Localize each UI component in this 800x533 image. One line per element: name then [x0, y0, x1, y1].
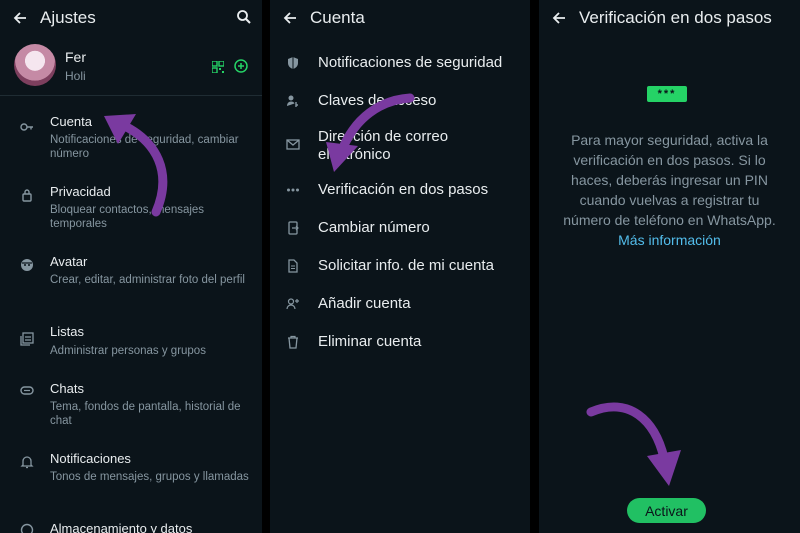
trash-icon: [286, 335, 300, 349]
storage-icon: [20, 523, 34, 533]
settings-item-title: Almacenamiento y datos: [50, 521, 193, 533]
settings-item-subtitle: Crear, editar, administrar foto del perf…: [50, 274, 245, 286]
qr-code-icon[interactable]: [211, 60, 225, 74]
learn-more-link[interactable]: Más información: [618, 232, 721, 248]
page-title: Ajustes: [40, 8, 96, 27]
settings-item-subtitle: Bloquear contactos, mensajes temporales: [50, 204, 205, 230]
settings-item-title: Privacidad: [50, 184, 111, 199]
mail-icon: [286, 137, 300, 151]
account-header: Cuenta: [270, 0, 530, 36]
description-text: Para mayor seguridad, activa la verifica…: [563, 132, 776, 228]
profile-status: Holi: [65, 69, 86, 83]
shield-icon: [286, 56, 300, 70]
account-item-label: Eliminar cuenta: [318, 333, 422, 350]
account-item-change-number[interactable]: Cambiar número: [270, 213, 530, 243]
settings-item-title: Notificaciones: [50, 451, 131, 466]
page-title: Verificación en dos pasos: [579, 8, 772, 27]
account-item-email[interactable]: Dirección de correo electrónico: [270, 126, 530, 166]
settings-item-subtitle: Notificaciones de seguridad, cambiar núm…: [50, 134, 239, 160]
change-number-icon: [286, 221, 300, 235]
account-item-label: Verificación en dos pasos: [318, 181, 489, 198]
lists-icon: [20, 332, 34, 346]
chat-icon: [20, 384, 34, 398]
account-panel: Cuenta Notificaciones de seguridad Clave…: [270, 0, 530, 533]
back-arrow-icon[interactable]: [549, 8, 569, 28]
profile-row[interactable]: Fer Holi: [0, 40, 262, 96]
settings-item-subtitle: Administrar personas y grupos: [50, 345, 206, 357]
account-item-add-account[interactable]: Añadir cuenta: [270, 289, 530, 319]
two-step-description: Para mayor seguridad, activa la verifica…: [557, 130, 782, 250]
page-title: Cuenta: [310, 8, 365, 27]
settings-item-privacy[interactable]: Privacidad Bloquear contactos, mensajes …: [0, 178, 262, 234]
settings-item-title: Cuenta: [50, 114, 92, 129]
pin-graphic: ***: [647, 86, 687, 102]
document-icon: [286, 259, 300, 273]
key-icon: [20, 120, 34, 134]
account-item-request-info[interactable]: Solicitar info. de mi cuenta: [270, 251, 530, 281]
profile-name: Fer: [65, 49, 86, 65]
back-arrow-icon[interactable]: [280, 8, 300, 28]
settings-item-chats[interactable]: Chats Tema, fondos de pantalla, historia…: [0, 375, 262, 431]
settings-item-subtitle: Tonos de mensajes, grupos y llamadas: [50, 471, 249, 483]
account-item-delete-account[interactable]: Eliminar cuenta: [270, 327, 530, 357]
search-icon[interactable]: [236, 9, 252, 25]
back-arrow-icon[interactable]: [10, 8, 30, 28]
two-step-panel: Verificación en dos pasos *** Para mayor…: [539, 0, 800, 533]
settings-header: Ajustes: [0, 0, 262, 36]
settings-item-account[interactable]: Cuenta Notificaciones de seguridad, camb…: [0, 108, 262, 164]
account-item-label: Notificaciones de seguridad: [318, 54, 503, 71]
settings-item-subtitle: Tema, fondos de pantalla, historial de c…: [50, 401, 241, 427]
settings-item-notifications[interactable]: Notificaciones Tonos de mensajes, grupos…: [0, 445, 262, 501]
add-person-icon: [286, 297, 300, 311]
add-circle-icon[interactable]: [234, 59, 248, 73]
settings-panel: Ajustes Fer Holi Cuenta Notificaciones d…: [0, 0, 262, 533]
avatar[interactable]: [14, 44, 56, 86]
account-item-label: Claves de acceso: [318, 92, 437, 109]
settings-item-title: Avatar: [50, 254, 88, 269]
account-item-label: Cambiar número: [318, 219, 430, 236]
avatar-face-icon: [20, 258, 34, 272]
account-item-label: Solicitar info. de mi cuenta: [318, 257, 494, 274]
lock-icon: [20, 188, 34, 202]
settings-item-avatar[interactable]: Avatar Crear, editar, administrar foto d…: [0, 248, 262, 304]
account-item-label: Añadir cuenta: [318, 295, 411, 312]
two-step-header: Verificación en dos pasos: [539, 0, 800, 36]
account-item-two-step[interactable]: Verificación en dos pasos: [270, 175, 530, 205]
account-item-label: Dirección de correo electrónico: [318, 128, 449, 163]
annotation-arrow: [586, 402, 681, 486]
passkey-icon: [286, 94, 300, 108]
bell-icon: [20, 455, 34, 469]
settings-item-lists[interactable]: Listas Administrar personas y grupos: [0, 318, 262, 364]
settings-item-title: Listas: [50, 324, 84, 339]
activate-button[interactable]: Activar: [627, 498, 706, 523]
dots-icon: [286, 183, 300, 197]
settings-item-title: Chats: [50, 381, 84, 396]
settings-item-storage[interactable]: Almacenamiento y datos: [0, 515, 262, 533]
account-item-passkeys[interactable]: Claves de acceso: [270, 86, 530, 116]
account-item-security-notifications[interactable]: Notificaciones de seguridad: [270, 48, 530, 78]
